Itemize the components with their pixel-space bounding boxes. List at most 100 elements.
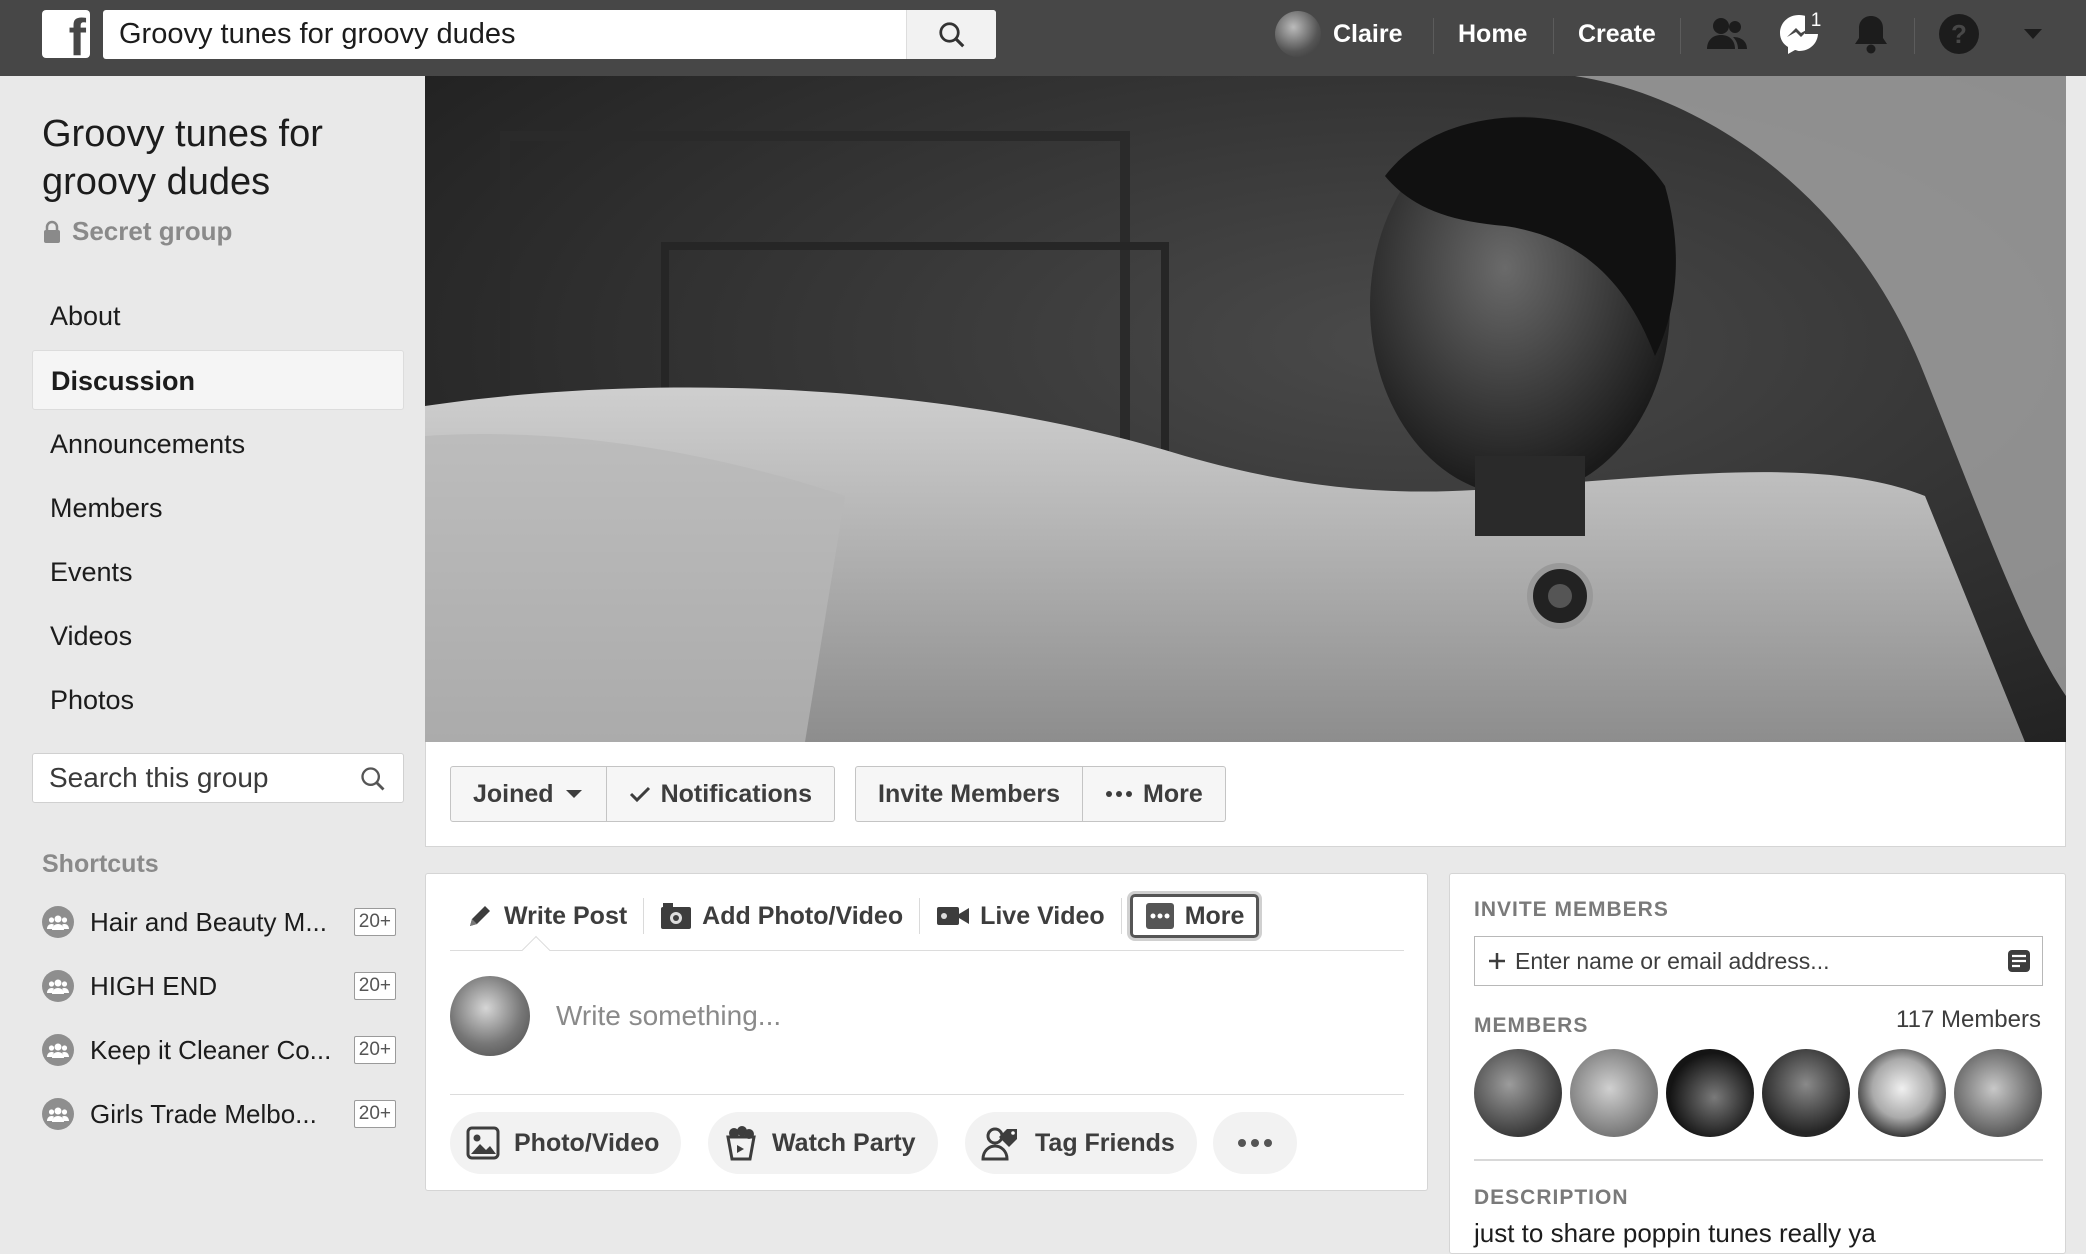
- more-label: More: [1143, 779, 1203, 808]
- shortcut-label: HIGH END: [90, 970, 218, 1001]
- group-search-box: [32, 753, 404, 803]
- member-avatar[interactable]: [1858, 1049, 1946, 1137]
- avatar: [450, 976, 530, 1056]
- invite-members-button[interactable]: Invite Members: [856, 767, 1082, 821]
- photo-video-button[interactable]: Photo/Video: [450, 1112, 682, 1174]
- invite-more-button-group: Invite Members More: [855, 766, 1226, 822]
- tab-more-label: More: [1184, 901, 1245, 930]
- privacy-label: Secret group: [72, 216, 233, 246]
- popcorn-icon: [726, 1126, 756, 1161]
- tab-live-video-label: Live Video: [980, 901, 1105, 930]
- shortcuts-heading: Shortcuts: [42, 850, 159, 878]
- tab-divider: [1120, 898, 1122, 934]
- tag-friends-button[interactable]: Tag Friends: [965, 1112, 1197, 1174]
- group-info-panel: INVITE MEMBERS MEMBERS 117 Members DESCR…: [1449, 873, 2066, 1254]
- camera-icon: [661, 903, 692, 929]
- chevron-down-icon: [565, 790, 582, 798]
- nav-divider: [1914, 18, 1915, 54]
- group-icon: [42, 1098, 74, 1130]
- svg-text:?: ?: [1951, 19, 1967, 49]
- invite-members-heading: INVITE MEMBERS: [1474, 898, 1669, 921]
- top-navigation-bar: f Claire Home Create 1 ?: [0, 0, 2086, 76]
- profile-link[interactable]: Claire: [1275, 8, 1402, 60]
- group-actions-bar: Joined Notifications Invite Members More: [425, 742, 2066, 847]
- group-description: just to share poppin tunes really ya: [1474, 1218, 1876, 1248]
- notifications-label: Notifications: [660, 779, 812, 808]
- group-icon: [42, 1034, 74, 1066]
- group-search-input[interactable]: [33, 754, 333, 802]
- account-menu-chevron-down-icon[interactable]: [2008, 12, 2058, 56]
- members-count[interactable]: 117 Members: [1896, 1006, 2041, 1034]
- shortcut-count-badge: 20+: [353, 908, 396, 936]
- shortcut-count-badge: 20+: [353, 1100, 396, 1128]
- sidebar-item-discussion[interactable]: Discussion: [32, 350, 404, 410]
- search-icon[interactable]: [359, 765, 387, 793]
- sidebar-item-about[interactable]: About: [32, 286, 404, 346]
- profile-name: Claire: [1333, 19, 1403, 48]
- facebook-logo[interactable]: f: [42, 10, 90, 58]
- joined-button[interactable]: Joined: [451, 767, 606, 821]
- more-options-button[interactable]: [1213, 1112, 1297, 1174]
- more-actions-button[interactable]: More: [1082, 767, 1225, 821]
- more-square-icon: [1145, 903, 1174, 929]
- shortcut-label: Hair and Beauty M...: [90, 906, 327, 937]
- messages-badge: 1: [1805, 8, 1827, 34]
- home-link[interactable]: Home: [1458, 20, 1527, 49]
- joined-label: Joined: [473, 779, 554, 808]
- create-link[interactable]: Create: [1578, 20, 1656, 49]
- member-avatar[interactable]: [1666, 1049, 1754, 1137]
- sidebar-item-announcements[interactable]: Announcements: [32, 414, 404, 474]
- ellipsis-icon: [1238, 1139, 1272, 1147]
- tab-write-post[interactable]: Write Post: [450, 894, 643, 938]
- shortcut-item[interactable]: HIGH END 20+: [42, 966, 396, 1006]
- shortcut-count-badge: 20+: [353, 1036, 396, 1064]
- invite-member-input[interactable]: [1515, 937, 1995, 985]
- shortcut-item[interactable]: Keep it Cleaner Co... 20+: [42, 1030, 396, 1070]
- tab-more[interactable]: More: [1129, 894, 1260, 938]
- member-avatar[interactable]: [1474, 1049, 1562, 1137]
- panel-divider: [1474, 1159, 2043, 1161]
- sidebar-item-events[interactable]: Events: [32, 542, 404, 602]
- notifications-bell-icon[interactable]: [1846, 12, 1896, 56]
- composer-tabs: Write Post Add Photo/Video Live Video Mo…: [450, 884, 1260, 948]
- friend-requests-icon[interactable]: [1702, 12, 1752, 56]
- sidebar-item-photos[interactable]: Photos: [32, 670, 404, 730]
- tab-live-video[interactable]: Live Video: [920, 894, 1121, 938]
- ellipsis-icon: [1106, 791, 1133, 797]
- tag-friends-label: Tag Friends: [1035, 1128, 1175, 1157]
- watch-party-label: Watch Party: [772, 1128, 916, 1157]
- group-cover-photo[interactable]: [425, 76, 2066, 742]
- post-text-input[interactable]: [556, 994, 1376, 1038]
- sidebar-item-members[interactable]: Members: [32, 478, 404, 538]
- notifications-button[interactable]: Notifications: [605, 767, 834, 821]
- nav-divider: [1433, 18, 1434, 54]
- group-icon: [42, 970, 74, 1002]
- description-heading: DESCRIPTION: [1474, 1186, 1629, 1209]
- member-avatar[interactable]: [1762, 1049, 1850, 1137]
- plus-icon: [1489, 953, 1505, 969]
- global-search-box: [103, 10, 996, 59]
- global-search-input[interactable]: [103, 10, 903, 59]
- invite-member-field: [1474, 936, 2043, 986]
- group-icon: [42, 906, 74, 938]
- photo-video-label: Photo/Video: [514, 1128, 660, 1157]
- group-title[interactable]: Groovy tunes for groovy dudes: [42, 110, 372, 206]
- member-avatar[interactable]: [1570, 1049, 1658, 1137]
- invite-members-label: Invite Members: [878, 779, 1061, 808]
- pencil-icon: [470, 906, 490, 926]
- nav-divider: [1680, 18, 1681, 54]
- watch-party-button[interactable]: Watch Party: [708, 1112, 938, 1174]
- shortcut-item[interactable]: Girls Trade Melbo... 20+: [42, 1094, 396, 1134]
- shortcut-item[interactable]: Hair and Beauty M... 20+: [42, 902, 396, 942]
- lock-icon: [44, 220, 60, 243]
- member-avatar[interactable]: [1954, 1049, 2042, 1137]
- sidebar-item-videos[interactable]: Videos: [32, 606, 404, 666]
- contact-list-icon[interactable]: [2006, 948, 2032, 974]
- composer-divider: [450, 1094, 1404, 1095]
- group-sidebar-nav: About Discussion Announcements Members E…: [32, 286, 404, 734]
- group-privacy: Secret group: [42, 216, 232, 247]
- post-composer: Write Post Add Photo/Video Live Video Mo…: [425, 873, 1428, 1191]
- search-button[interactable]: [906, 10, 996, 59]
- tab-add-photo-video[interactable]: Add Photo/Video: [644, 894, 919, 938]
- help-icon[interactable]: ?: [1934, 12, 1984, 56]
